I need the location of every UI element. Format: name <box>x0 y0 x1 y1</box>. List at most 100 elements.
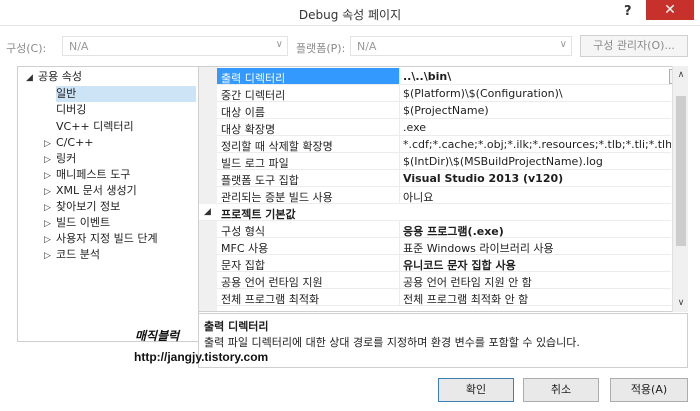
grid-row-target-name[interactable]: 대상 이름 $(ProjectName) <box>217 102 671 119</box>
property-name: 중간 디렉터리 <box>221 89 286 102</box>
property-value[interactable]: *.cdf;*.cache;*.obj;*.ilk;*.resources;*.… <box>403 138 671 151</box>
tree-item-label: XML 문서 생성기 <box>56 184 137 197</box>
property-name: 구성 형식 <box>221 225 265 238</box>
tree-item-linker[interactable]: ▷ 링커 <box>44 151 76 167</box>
watermark-logo: 매직블럭 <box>135 329 180 343</box>
column-divider <box>399 289 400 306</box>
collapsed-triangle-icon[interactable]: ▷ <box>44 232 56 248</box>
property-value[interactable]: 공용 언어 런타임 지원 안 함 <box>403 274 671 290</box>
scroll-up-icon[interactable]: ∧ <box>673 68 689 82</box>
property-value[interactable]: 유니코드 문자 집합 사용 <box>403 257 671 273</box>
grid-category-project-defaults[interactable]: ◢ 프로젝트 기본값 <box>199 204 671 221</box>
tree-item-label: VC++ 디렉터리 <box>56 120 134 133</box>
property-value[interactable]: .exe <box>403 121 671 134</box>
collapsed-triangle-icon[interactable]: ▷ <box>44 184 56 200</box>
collapsed-triangle-icon[interactable]: ▷ <box>44 152 56 168</box>
property-name: 전체 프로그램 최적화 <box>221 293 320 306</box>
grid-row-extensions-to-delete[interactable]: 정리할 때 삭제할 확장명 *.cdf;*.cache;*.obj;*.ilk;… <box>217 136 671 153</box>
tree-item-browse-information[interactable]: ▷ 찾아보기 정보 <box>44 199 120 215</box>
cancel-button[interactable]: 취소 <box>523 378 599 402</box>
collapsed-triangle-icon[interactable]: ▷ <box>44 168 56 184</box>
property-value[interactable]: $(Platform)\$(Configuration)\ <box>403 87 671 100</box>
tree-item-label: C/C++ <box>56 136 94 149</box>
tree-item-xml-document-generator[interactable]: ▷ XML 문서 생성기 <box>44 183 137 199</box>
property-name: 대상 확장명 <box>221 123 276 136</box>
column-divider <box>399 255 400 272</box>
collapsed-triangle-icon[interactable]: ▷ <box>44 136 56 152</box>
configuration-manager-button[interactable]: 구성 관리자(O)... <box>580 35 688 57</box>
property-name: 문자 집합 <box>221 259 265 272</box>
property-name: 공용 언어 런타임 지원 <box>221 276 323 289</box>
property-value[interactable]: 응용 프로그램(.exe) <box>403 223 671 239</box>
property-name: 플랫폼 도구 집합 <box>221 174 299 187</box>
property-value[interactable]: 전체 프로그램 최적화 안 함 <box>403 291 671 307</box>
scroll-down-icon[interactable]: ∨ <box>673 296 689 310</box>
column-divider <box>399 221 400 238</box>
grid-row-build-log-file[interactable]: 빌드 로그 파일 $(IntDir)\$(MSBuildProjectName)… <box>217 153 671 170</box>
watermark-url: http://jangjy.tistory.com <box>134 350 269 364</box>
property-name: MFC 사용 <box>221 242 269 255</box>
tree-item-c-cpp[interactable]: ▷ C/C++ <box>44 135 94 151</box>
expanded-triangle-icon[interactable]: ◢ <box>26 70 38 86</box>
property-value[interactable]: ..\..\bin\ <box>403 70 671 83</box>
collapsed-triangle-icon[interactable]: ▷ <box>44 200 56 216</box>
apply-button[interactable]: 적용(A) <box>610 378 688 402</box>
tree-item-label: 일반 <box>56 87 77 100</box>
tree-item-debugging[interactable]: 디버깅 <box>56 102 86 118</box>
property-grid: 출력 디렉터리 ..\..\bin\ ∨ 중간 디렉터리 $(Platform)… <box>198 66 688 312</box>
window-title: Debug 속성 페이지 <box>298 8 402 22</box>
configuration-label: 구성(C): <box>6 42 47 55</box>
grid-row-intermediate-directory[interactable]: 중간 디렉터리 $(Platform)\$(Configuration)\ <box>217 85 671 102</box>
tree-item-code-analysis[interactable]: ▷ 코드 분석 <box>44 247 100 263</box>
property-value[interactable]: Visual Studio 2013 (v120) <box>403 172 671 185</box>
grid-row-target-extension[interactable]: 대상 확장명 .exe <box>217 119 671 136</box>
expanded-triangle-icon[interactable]: ◢ <box>204 207 211 217</box>
property-name: 정리할 때 삭제할 확장명 <box>221 140 333 153</box>
column-divider <box>399 85 400 102</box>
property-value[interactable]: $(ProjectName) <box>403 104 671 117</box>
configuration-bar: 구성(C): N/A ∨ 플랫폼(P): N/A ∨ 구성 관리자(O)... <box>0 34 700 58</box>
tree-item-label: 사용자 지정 빌드 단계 <box>56 232 158 245</box>
column-divider <box>399 153 400 170</box>
property-name: 출력 디렉터리 <box>217 68 399 84</box>
configuration-value: N/A <box>69 40 89 53</box>
property-value[interactable]: $(IntDir)\$(MSBuildProjectName).log <box>403 155 671 168</box>
tree-item-label: 찾아보기 정보 <box>56 200 121 213</box>
ok-button[interactable]: 확인 <box>438 378 514 402</box>
column-divider <box>399 187 400 204</box>
platform-value: N/A <box>357 40 377 53</box>
tree-item-common-properties[interactable]: ◢ 공용 속성 <box>26 69 82 85</box>
grid-row-output-directory[interactable]: 출력 디렉터리 ..\..\bin\ ∨ <box>217 68 685 85</box>
description-title: 출력 디렉터리 <box>204 320 269 333</box>
grid-row-character-set[interactable]: 문자 집합 유니코드 문자 집합 사용 <box>217 255 671 272</box>
column-divider <box>399 119 400 136</box>
platform-select[interactable]: N/A ∨ <box>350 36 572 56</box>
grid-row-whole-program-optimization[interactable]: 전체 프로그램 최적화 전체 프로그램 최적화 안 함 <box>217 289 671 306</box>
scrollbar-thumb[interactable] <box>676 96 686 246</box>
chevron-down-icon: ∨ <box>559 39 567 50</box>
tree-item-custom-build-step[interactable]: ▷ 사용자 지정 빌드 단계 <box>44 231 158 247</box>
column-divider <box>399 68 400 85</box>
tree-item-manifest-tool[interactable]: ▷ 매니페스트 도구 <box>44 167 130 183</box>
grid-gutter <box>199 67 217 311</box>
close-button[interactable]: ✕ <box>646 0 694 20</box>
grid-row-clr-support[interactable]: 공용 언어 런타임 지원 공용 언어 런타임 지원 안 함 <box>217 272 671 289</box>
grid-scrollbar[interactable]: ∧ ∨ <box>672 66 688 312</box>
collapsed-triangle-icon[interactable]: ▷ <box>44 216 56 232</box>
column-divider <box>399 170 400 187</box>
grid-row-use-of-mfc[interactable]: MFC 사용 표준 Windows 라이브러리 사용 <box>217 238 671 255</box>
help-button[interactable]: ? <box>624 4 632 19</box>
collapsed-triangle-icon[interactable]: ▷ <box>44 248 56 264</box>
tree-item-vc-directories[interactable]: VC++ 디렉터리 <box>56 119 134 135</box>
tree-item-general[interactable]: 일반 <box>56 86 196 102</box>
grid-row-platform-toolset[interactable]: 플랫폼 도구 집합 Visual Studio 2013 (v120) <box>217 170 671 187</box>
property-value[interactable]: 표준 Windows 라이브러리 사용 <box>403 240 671 256</box>
grid-row-managed-incremental-build[interactable]: 관리되는 증분 빌드 사용 아니요 <box>217 187 671 204</box>
grid-row-configuration-type[interactable]: 구성 형식 응용 프로그램(.exe) <box>217 221 671 238</box>
tree-item-build-events[interactable]: ▷ 빌드 이벤트 <box>44 215 110 231</box>
configuration-select[interactable]: N/A ∨ <box>62 36 288 56</box>
tree-item-label: 매니페스트 도구 <box>56 168 131 181</box>
tree-item-label: 공용 속성 <box>38 70 82 83</box>
property-name: 대상 이름 <box>221 106 265 119</box>
property-value[interactable]: 아니요 <box>403 189 671 205</box>
